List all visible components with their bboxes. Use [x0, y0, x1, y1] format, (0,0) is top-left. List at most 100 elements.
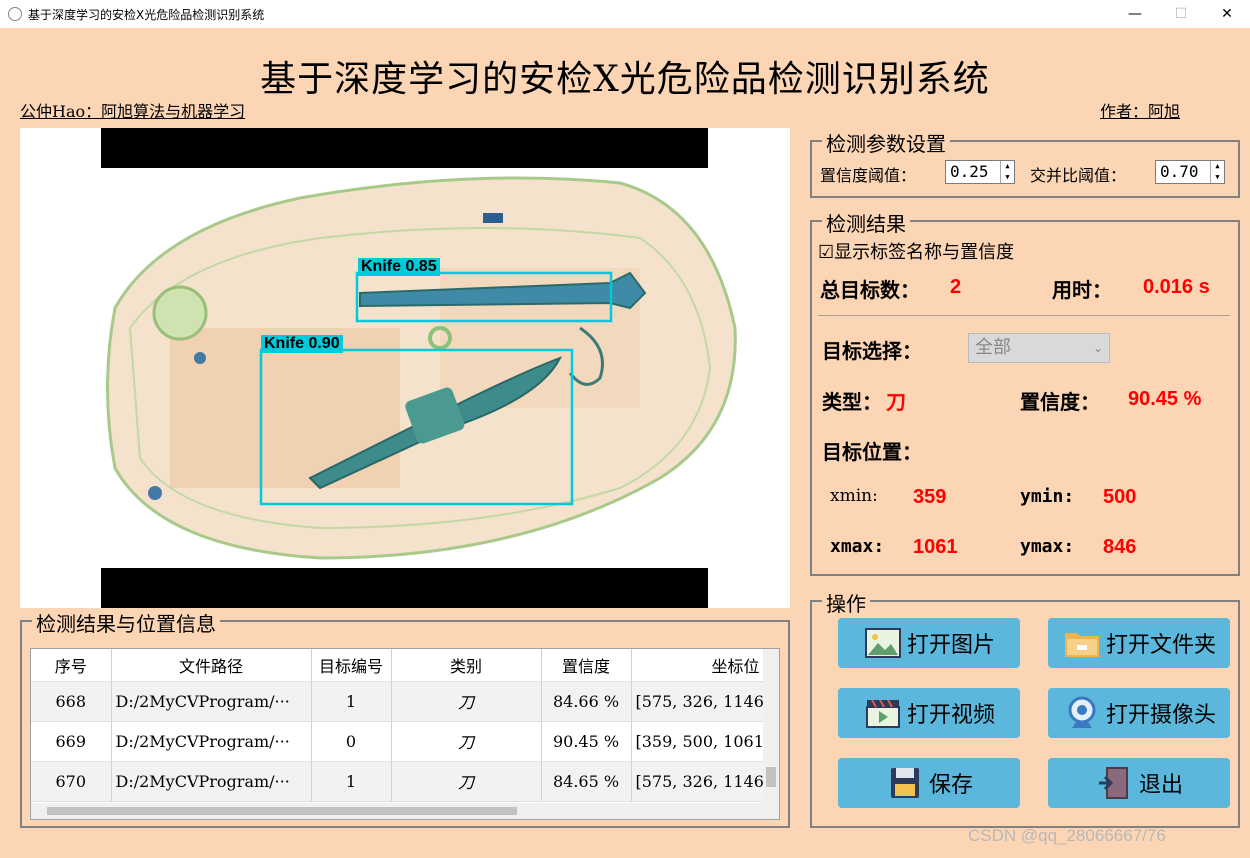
type-value: 刀 [886, 390, 906, 414]
open-camera-button[interactable]: 打开摄像头 [1048, 688, 1230, 738]
author-label: 作者：阿旭 [1100, 102, 1181, 121]
xmin-value: 359 [913, 486, 947, 508]
xmax-label: xmax: [830, 536, 885, 557]
horizontal-scroll-thumb[interactable] [47, 807, 517, 815]
cell-file-path: D:/2MyCVProgram/··· [111, 721, 312, 762]
operations-title: 操作 [822, 588, 870, 617]
title-bar: 基于深度学习的安检X光危险品检测识别系统 — ☐ ✕ [0, 0, 1250, 28]
xmax-value: 1061 [913, 536, 958, 558]
conf-threshold-value: 0.25 [950, 162, 989, 181]
type-label: 类型： [822, 390, 882, 414]
exit-button[interactable]: 退出 [1048, 758, 1230, 808]
table-header-row: 序号 文件路径 目标编号 类别 置信度 坐标位 [31, 649, 779, 682]
cell-class: 刀 [391, 761, 542, 802]
page-title: 基于深度学习的安检X光危险品检测识别系统 [260, 59, 990, 100]
horizontal-scrollbar[interactable] [31, 803, 779, 819]
open-image-button[interactable]: 打开图片 [838, 618, 1020, 668]
cell-file-path: D:/2MyCVProgram/··· [111, 761, 312, 802]
minimize-button[interactable]: — [1112, 0, 1158, 28]
table-row[interactable]: 670 D:/2MyCVProgram/··· 1 刀 84.65 % [575… [31, 761, 779, 802]
table-row[interactable]: 668 D:/2MyCVProgram/··· 1 刀 84.66 % [575… [31, 681, 779, 722]
conf-threshold-label: 置信度阈值： [820, 166, 917, 185]
ymax-value: 846 [1103, 536, 1137, 558]
total-targets-value: 2 [950, 276, 962, 298]
open-folder-button[interactable]: 打开文件夹 [1048, 618, 1230, 668]
exit-door-icon [1098, 767, 1128, 799]
cell-target-id: 0 [311, 721, 392, 762]
total-targets-label: 总目标数： [820, 278, 920, 302]
header-coordinates[interactable]: 坐标位 [631, 649, 779, 682]
ymin-label: ymin: [1020, 486, 1075, 507]
chevron-down-icon: ⌄ [1092, 341, 1103, 355]
folder-icon [1064, 633, 1099, 657]
header-file-path[interactable]: 文件路径 [111, 649, 312, 682]
target-select-label: 目标选择： [822, 339, 922, 363]
target-position-label: 目标位置： [822, 440, 922, 464]
window-title: 基于深度学习的安检X光危险品检测识别系统 [28, 8, 265, 22]
cell-coordinates: [575, 326, 1146, 4 [631, 681, 779, 722]
cell-file-path: D:/2MyCVProgram/··· [111, 681, 312, 722]
open-image-label: 打开图片 [906, 633, 995, 658]
header-target-id[interactable]: 目标编号 [311, 649, 392, 682]
cell-class: 刀 [391, 681, 542, 722]
target-select-value: 全部 [975, 337, 1011, 358]
ymax-label: ymax: [1020, 536, 1075, 557]
video-clapper-icon [865, 699, 900, 728]
table-row[interactable]: 669 D:/2MyCVProgram/··· 0 刀 90.45 % [359… [31, 721, 779, 762]
header-confidence[interactable]: 置信度 [541, 649, 632, 682]
public-account-label: 公仲Hao：阿旭算法与机器学习 [20, 102, 246, 121]
divider [818, 315, 1230, 316]
image-icon [864, 628, 901, 658]
cell-target-id: 1 [311, 761, 392, 802]
spin-arrows-icon[interactable]: ▲ ▼ [1210, 161, 1224, 183]
table-title: 检测结果与位置信息 [32, 608, 220, 637]
close-button[interactable]: ✕ [1204, 0, 1250, 28]
open-video-button[interactable]: 打开视频 [838, 688, 1020, 738]
floppy-disk-icon [890, 768, 919, 798]
iou-threshold-label: 交并比阈值： [1030, 166, 1127, 185]
cell-class: 刀 [391, 721, 542, 762]
detection-label-1: Knife 0.85 [358, 258, 440, 276]
cell-coordinates: [575, 326, 1146, 4 [631, 761, 779, 802]
confidence-label: 置信度： [1020, 390, 1100, 414]
show-label-checkbox[interactable]: ☑显示标签名称与置信度 [818, 238, 1014, 264]
vertical-scroll-thumb[interactable] [766, 767, 776, 787]
open-video-label: 打开视频 [906, 703, 995, 728]
cell-confidence: 84.65 % [541, 761, 632, 802]
save-button[interactable]: 保存 [838, 758, 1020, 808]
save-label: 保存 [928, 773, 973, 798]
webcam-icon [1068, 696, 1096, 728]
cell-index: 668 [31, 681, 112, 722]
image-viewer: Knife 0.85 Knife 0.90 [20, 128, 790, 608]
results-title: 检测结果 [822, 208, 910, 237]
cell-index: 670 [31, 761, 112, 802]
spin-arrows-icon[interactable]: ▲ ▼ [1000, 161, 1014, 183]
exit-label: 退出 [1138, 773, 1183, 798]
cell-index: 669 [31, 721, 112, 762]
conf-threshold-spinbox[interactable]: 0.25 ▲ ▼ [945, 160, 1015, 184]
cell-target-id: 1 [311, 681, 392, 722]
time-value: 0.016 s [1143, 276, 1210, 298]
cell-confidence: 90.45 % [541, 721, 632, 762]
cell-coordinates: [359, 500, 1061, 8 [631, 721, 779, 762]
params-title: 检测参数设置 [822, 128, 950, 157]
time-label: 用时： [1052, 278, 1112, 302]
xmin-label: xmin: [830, 486, 878, 506]
maximize-button[interactable]: ☐ [1158, 0, 1204, 28]
header-class[interactable]: 类别 [391, 649, 542, 682]
open-folder-label: 打开文件夹 [1105, 633, 1216, 658]
ymin-value: 500 [1103, 486, 1137, 508]
watermark: CSDN @qq_28066667/76 [968, 826, 1166, 845]
detection-label-2: Knife 0.90 [261, 335, 343, 353]
cell-confidence: 84.66 % [541, 681, 632, 722]
open-camera-label: 打开摄像头 [1105, 703, 1216, 728]
target-select-dropdown[interactable]: 全部 ⌄ [968, 333, 1110, 363]
iou-threshold-value: 0.70 [1160, 162, 1199, 181]
confidence-value: 90.45 % [1128, 388, 1202, 410]
app-icon [8, 7, 22, 21]
xray-image [106, 176, 737, 560]
results-table[interactable]: 序号 文件路径 目标编号 类别 置信度 坐标位 668 D:/2MyCVProg… [30, 648, 780, 820]
header-index[interactable]: 序号 [31, 649, 112, 682]
iou-threshold-spinbox[interactable]: 0.70 ▲ ▼ [1155, 160, 1225, 184]
vertical-scrollbar[interactable] [763, 649, 779, 803]
